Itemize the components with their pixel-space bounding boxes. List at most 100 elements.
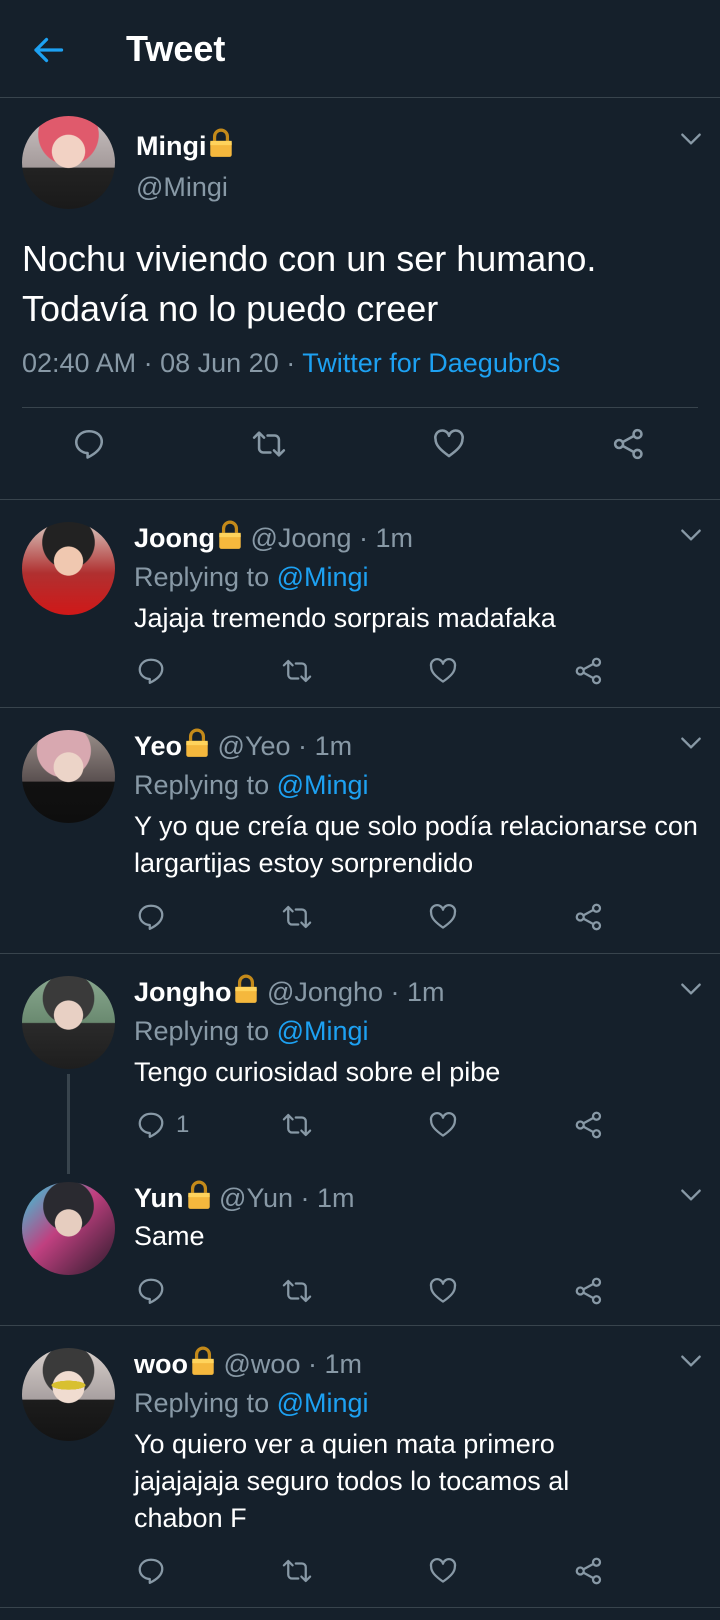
retweet-button[interactable] <box>282 656 312 686</box>
share-button[interactable] <box>612 427 646 461</box>
author-name[interactable]: Mingi <box>136 131 206 161</box>
reply-button[interactable]: 1 <box>136 1110 189 1140</box>
avatar[interactable] <box>22 1182 115 1275</box>
reply-time: 1m <box>317 1183 355 1213</box>
reply-tweet[interactable]: woo @woo · 1m Replying to @Mingi Yo quie… <box>0 1326 720 1608</box>
share-icon <box>574 1556 604 1586</box>
author-name[interactable]: woo <box>134 1349 188 1379</box>
chevron-down-icon[interactable] <box>678 522 704 548</box>
retweet-button[interactable] <box>252 427 286 461</box>
retweet-button[interactable] <box>282 1110 312 1140</box>
retweet-icon <box>282 1556 312 1586</box>
share-icon <box>612 427 646 461</box>
share-button[interactable] <box>574 1276 604 1306</box>
reply-icon <box>136 1276 166 1306</box>
author-handle[interactable]: @Yeo <box>218 731 291 761</box>
like-button[interactable] <box>428 902 458 932</box>
reply-tweet[interactable]: Joong @Joong · 1m Replying to @Mingi Jaj… <box>0 500 720 708</box>
heart-icon <box>428 1110 458 1140</box>
share-icon <box>574 1110 604 1140</box>
reply-text: Jajaja tremendo sorprais madafaka <box>134 603 556 633</box>
lock-icon <box>186 1180 212 1210</box>
reply-text: Y yo que creía que solo podía relacionar… <box>134 811 698 878</box>
retweet-button[interactable] <box>282 1276 312 1306</box>
author-name[interactable]: Yeo <box>134 731 182 761</box>
reply-text: Tengo curiosidad sobre el pibe <box>134 1057 501 1087</box>
retweet-icon <box>282 1110 312 1140</box>
replying-label: Replying to <box>134 1388 270 1418</box>
like-button[interactable] <box>428 1556 458 1586</box>
reply-time: 1m <box>314 731 353 761</box>
author-handle[interactable]: @Jongho <box>267 977 383 1007</box>
retweet-button[interactable] <box>282 902 312 932</box>
share-button[interactable] <box>574 902 604 932</box>
lock-icon <box>233 974 259 1004</box>
reply-tweet[interactable]: Yeo @Yeo · 1m Replying to @Mingi Y yo qu… <box>0 708 720 954</box>
arrow-left-icon[interactable] <box>30 32 66 68</box>
chevron-down-icon[interactable] <box>678 976 704 1002</box>
reply-tweet[interactable]: Yun @Yun · 1m Same <box>0 1154 720 1326</box>
heart-icon <box>428 1556 458 1586</box>
like-button[interactable] <box>428 656 458 686</box>
avatar[interactable] <box>22 116 115 209</box>
chevron-down-icon[interactable] <box>678 1348 704 1374</box>
replying-to-link[interactable]: @Mingi <box>277 1388 369 1418</box>
like-button[interactable] <box>428 1110 458 1140</box>
avatar[interactable] <box>22 1348 115 1441</box>
heart-icon <box>428 1276 458 1306</box>
reply-icon <box>136 656 166 686</box>
retweet-icon <box>282 1276 312 1306</box>
share-icon <box>574 656 604 686</box>
reply-time: 1m <box>375 523 414 553</box>
chevron-down-icon[interactable] <box>678 126 704 152</box>
replying-to-link[interactable]: @Mingi <box>277 1016 369 1046</box>
reply-button[interactable] <box>136 1276 166 1306</box>
meta-separator: · <box>390 977 400 1007</box>
page-title: Tweet <box>126 28 226 69</box>
replying-label: Replying to <box>134 1016 270 1046</box>
lock-icon <box>184 728 210 758</box>
reply-text: Same <box>134 1221 205 1251</box>
main-tweet: Mingi @Mingi Nochu viviendo con un ser h… <box>0 98 720 500</box>
author-name[interactable]: Joong <box>134 523 215 553</box>
share-button[interactable] <box>574 1556 604 1586</box>
replying-label: Replying to <box>134 562 270 592</box>
avatar[interactable] <box>22 976 115 1069</box>
retweet-button[interactable] <box>282 1556 312 1586</box>
reply-tweet[interactable]: Jongho @Jongho · 1m Replying to @Mingi T… <box>0 954 720 1174</box>
retweet-icon <box>252 427 286 461</box>
avatar[interactable] <box>22 730 115 823</box>
share-button[interactable] <box>574 1110 604 1140</box>
replying-to-link[interactable]: @Mingi <box>277 562 369 592</box>
reply-icon <box>136 1556 166 1586</box>
reply-time: 1m <box>407 977 445 1007</box>
author-handle[interactable]: @Joong <box>251 523 352 553</box>
reply-icon <box>136 1110 166 1140</box>
author-name[interactable]: Yun <box>134 1183 184 1213</box>
heart-icon <box>432 427 466 461</box>
meta-separator: · <box>359 523 369 553</box>
reply-button[interactable] <box>136 902 166 932</box>
chevron-down-icon[interactable] <box>678 730 704 756</box>
retweet-icon <box>282 656 312 686</box>
replying-label: Replying to <box>134 770 270 800</box>
like-button[interactable] <box>432 427 466 461</box>
avatar[interactable] <box>22 522 115 615</box>
share-button[interactable] <box>574 656 604 686</box>
reply-button[interactable] <box>72 427 106 461</box>
like-button[interactable] <box>428 1276 458 1306</box>
lock-icon <box>208 128 234 158</box>
chevron-down-icon[interactable] <box>678 1182 704 1208</box>
reply-button[interactable] <box>136 656 166 686</box>
author-handle[interactable]: @Yun <box>219 1183 293 1213</box>
tweet-source[interactable]: Twitter for Daegubr0s <box>302 348 560 378</box>
reply-time: 1m <box>324 1349 363 1379</box>
retweet-icon <box>282 902 312 932</box>
replying-to-link[interactable]: @Mingi <box>277 770 369 800</box>
reply-button[interactable] <box>136 1556 166 1586</box>
reply-text: Yo quiero ver a quien mata primero jajaj… <box>134 1429 570 1533</box>
author-handle[interactable]: @woo <box>224 1349 301 1379</box>
meta-separator: · <box>286 348 296 378</box>
author-handle[interactable]: @Mingi <box>136 172 228 203</box>
author-name[interactable]: Jongho <box>134 977 231 1007</box>
